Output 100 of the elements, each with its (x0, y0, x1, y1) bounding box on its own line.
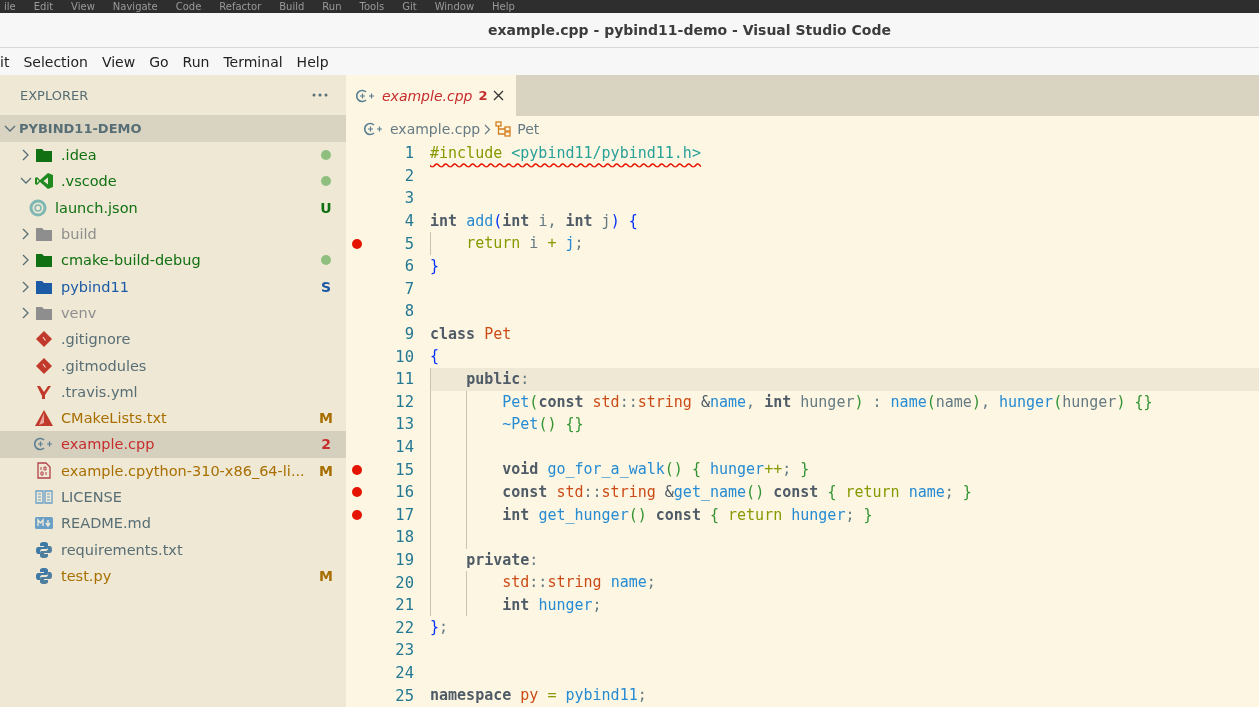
folder-icon (36, 227, 52, 242)
editor-tab[interactable]: example.cpp 2 (346, 75, 517, 116)
code-line: #include <pybind11/pybind11.h> (430, 144, 701, 162)
chevron-right-icon (484, 123, 492, 135)
line-number: 3 (403, 189, 414, 208)
file-tree-item[interactable]: .gitignore (0, 326, 346, 353)
folder-icon (36, 148, 52, 163)
breadcrumb-item[interactable]: example.cpp (390, 121, 481, 137)
triangle-icon (35, 410, 53, 427)
menu-item[interactable]: Help (492, 0, 515, 13)
menu-item[interactable]: Run (175, 53, 217, 70)
file-tree-item[interactable]: venv (0, 299, 346, 327)
code-line: std::string name; (501, 573, 656, 592)
class-icon (495, 121, 512, 137)
python-icon (36, 541, 52, 558)
diamond-icon (36, 357, 52, 374)
file-tree-item[interactable]: requirements.txt (0, 536, 346, 563)
menu-item[interactable]: Go (142, 53, 176, 70)
code-line: }; (430, 618, 449, 637)
chevron-right-icon[interactable] (22, 280, 30, 293)
code-line: int hunger; (501, 595, 602, 614)
menu-item[interactable]: Tools (359, 0, 385, 13)
chevron-right-icon[interactable] (22, 306, 30, 319)
file-tree-item[interactable]: README.md (0, 510, 346, 537)
c-plus-plus-icon (364, 122, 384, 136)
line-number: 9 (403, 325, 414, 344)
menu-item[interactable]: Edit (33, 0, 54, 13)
c-plus-plus-icon (34, 437, 54, 452)
line-number: 7 (403, 279, 414, 298)
c-plus-plus-icon (356, 88, 376, 103)
code-line: public: (465, 369, 530, 388)
chevron-right-icon[interactable] (22, 149, 30, 162)
menu-item[interactable]: Git (402, 0, 417, 13)
breadcrumb-item[interactable]: Pet (517, 121, 540, 137)
line-number: 8 (403, 302, 414, 321)
file-tree-item[interactable]: .vscode (0, 168, 346, 195)
menu-item[interactable]: Selection (16, 53, 95, 70)
code-line: { (430, 347, 440, 366)
line-number: 6 (403, 257, 414, 276)
breakpoint-dot[interactable] (352, 487, 362, 498)
menu-item[interactable]: Window (434, 0, 475, 13)
code-line: } (430, 256, 440, 275)
breakpoint-dot[interactable] (352, 509, 362, 520)
folder-icon (36, 279, 52, 294)
file-tree-item[interactable]: .gitmodules (0, 352, 346, 379)
folder-icon (36, 253, 52, 268)
markdown-icon (35, 517, 53, 530)
code-line: void go_for_a_walk() { hunger++; } (501, 460, 810, 479)
menu-item[interactable]: it (0, 53, 17, 70)
more-icon[interactable] (312, 93, 328, 97)
file-tree-item[interactable]: test.py M (0, 562, 346, 590)
file-tree-item[interactable]: LICENSE (0, 483, 346, 511)
status-label: M (318, 462, 334, 479)
file-tree-item[interactable]: .travis.yml (0, 378, 346, 405)
status-label: 2 (320, 436, 332, 453)
code-line: class Pet (430, 324, 512, 343)
menu-item[interactable]: Build (279, 0, 305, 13)
menu-item[interactable]: ile (4, 0, 16, 13)
breakpoint-dot[interactable] (352, 464, 362, 475)
chevron-down-icon[interactable] (4, 124, 16, 133)
file-tree-item[interactable]: pybind11 S (0, 273, 346, 300)
file-tree-item[interactable]: build (0, 220, 346, 248)
file-tree-item[interactable]: CMakeLists.txt M (0, 404, 346, 432)
menu-item[interactable]: Code (175, 0, 202, 13)
file-tree-item[interactable]: example.cpython-310-x86_64-li... M (0, 457, 346, 484)
code-line: Pet(const std::string &name, int hunger) : name(name), hunger(hunger) {} (501, 392, 1153, 411)
file-tree-item[interactable]: .idea (0, 142, 346, 169)
python-icon (36, 567, 52, 584)
menu-item[interactable]: Help (289, 53, 336, 70)
line-number: 1 (403, 144, 414, 163)
folder-icon (36, 305, 52, 320)
menu-item[interactable]: View (71, 0, 95, 13)
menu-item[interactable]: Refactor (219, 0, 262, 13)
code-line: return i + j; (465, 234, 584, 253)
explorer-title: EXPLORER (20, 87, 89, 103)
status-label: U (319, 199, 333, 216)
menu-item[interactable]: Run (322, 0, 342, 13)
menu-item[interactable]: Navigate (112, 0, 158, 13)
file-tree-item[interactable]: cmake-build-debug (0, 247, 346, 274)
menu-item[interactable]: Terminal (216, 53, 290, 70)
status-label: S (319, 278, 333, 295)
line-number: 23 (394, 641, 414, 660)
file-tree-item[interactable]: launch.json U (0, 194, 346, 221)
close-icon[interactable] (493, 90, 505, 101)
chevron-right-icon[interactable] (22, 228, 30, 241)
code-line: namespace py = pybind11; (430, 686, 647, 705)
bowtie-logo-icon (35, 173, 53, 190)
line-number: 20 (394, 573, 414, 592)
chevron-right-icon[interactable] (22, 254, 30, 267)
line-number: 10 (394, 347, 414, 366)
menu-item[interactable]: View (94, 53, 143, 70)
line-number: 24 (394, 663, 414, 682)
line-number: 13 (394, 415, 414, 434)
chevron-down-icon[interactable] (20, 177, 32, 186)
file-tree-item[interactable]: example.cpp 2 (0, 431, 346, 458)
breakpoint-dot[interactable] (352, 238, 362, 249)
line-number: 21 (394, 596, 414, 615)
line-number: 22 (394, 618, 414, 637)
code-line: ~Pet() {} (501, 415, 584, 434)
folder-header[interactable]: PYBIND11-DEMO (0, 115, 346, 142)
